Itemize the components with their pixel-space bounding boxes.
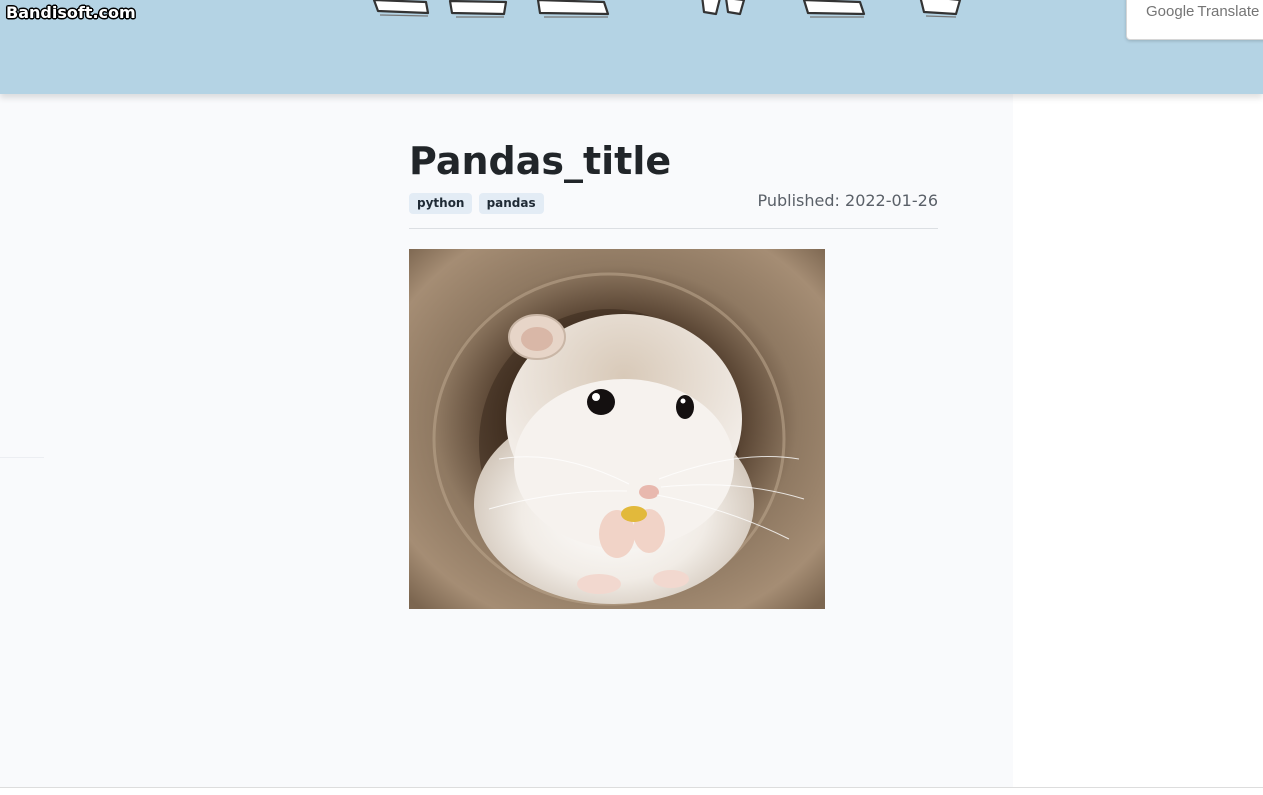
google-brand-text: Google: [1146, 3, 1195, 20]
bottom-divider: [0, 787, 1263, 788]
article: Pandas_title python pandas Published: 20…: [409, 138, 938, 609]
watermark-text: Bandisoft.com: [6, 3, 136, 22]
page: Bandisoft.com Google Translate Pandas_ti…: [0, 0, 1263, 795]
published-date: Published: 2022-01-26: [757, 191, 939, 210]
translate-label: Translate: [1197, 3, 1260, 20]
sidebar-divider: [0, 457, 44, 458]
article-meta: python pandas Published: 2022-01-26: [409, 191, 939, 217]
title-divider: [409, 228, 938, 229]
hamster-photo: [409, 249, 825, 609]
tag-python[interactable]: python: [409, 193, 473, 214]
page-title: Pandas_title: [409, 139, 672, 183]
header-banner: Bandisoft.com Google Translate: [0, 0, 1263, 94]
decorative-banner-art-icon: [372, 0, 962, 18]
google-translate-widget[interactable]: Google Translate: [1126, 0, 1263, 40]
tag-pandas[interactable]: pandas: [478, 193, 544, 214]
